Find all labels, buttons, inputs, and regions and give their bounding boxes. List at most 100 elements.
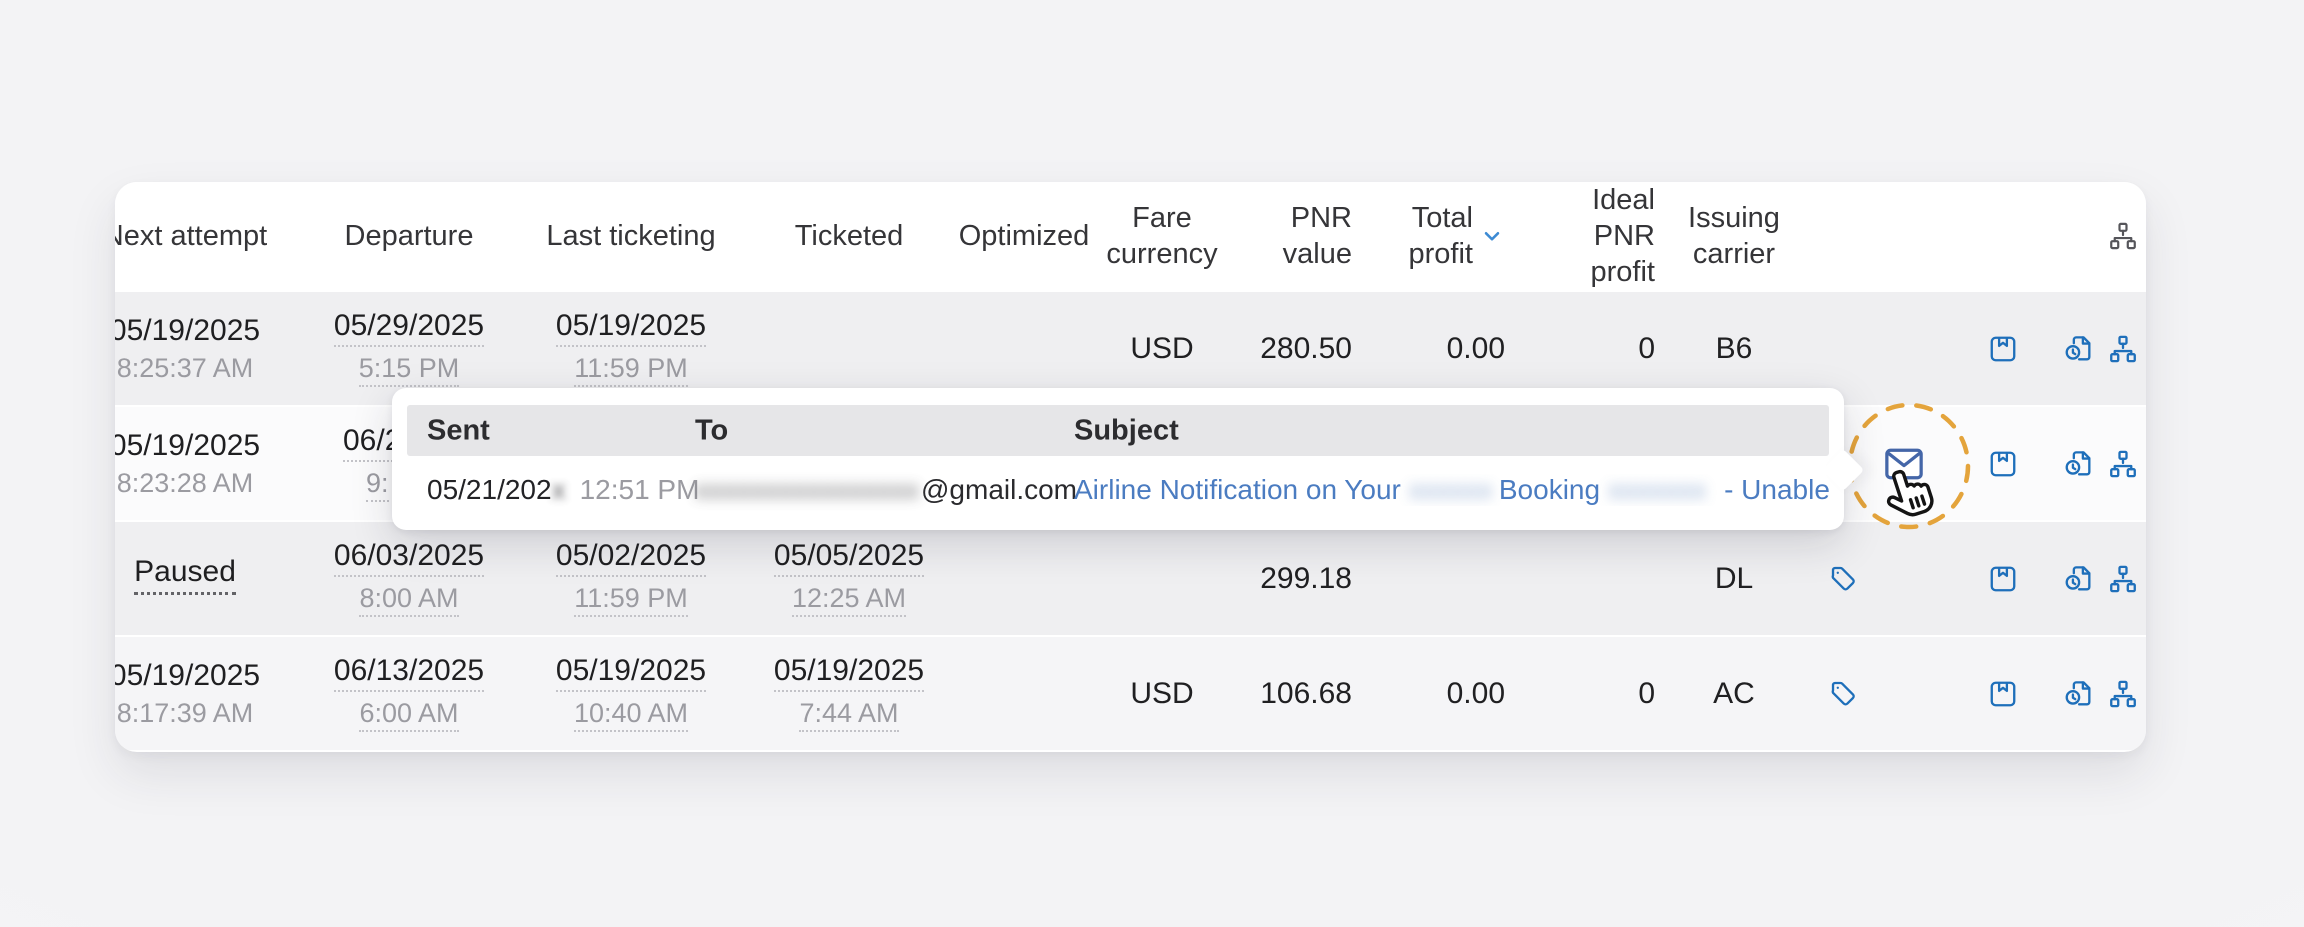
fare-currency-value: USD (1130, 333, 1193, 365)
pnr-value: 106.68 (1260, 678, 1352, 710)
popup-data-row: 05/21/202x12:51 PM xxxxxxxxxxxxxxxx@gmai… (407, 456, 1829, 524)
last-ticketing-time: 11:59 PM (574, 584, 688, 617)
last-ticketing-date: 05/19/2025 (556, 310, 706, 347)
cell-departure[interactable]: 06/13/2025 6:00 AM (334, 637, 484, 750)
email-log-popup: Sent To Subject 05/21/202x12:51 PM xxxxx… (392, 388, 1844, 530)
column-header-label: Next attempt (115, 218, 267, 254)
column-header-label: Ticketed (795, 218, 904, 254)
issuing-carrier-value: DL (1715, 563, 1753, 595)
column-header-total-profit[interactable]: Total profit (1375, 182, 1513, 290)
column-header-label: Last ticketing (546, 218, 715, 254)
cell-pnr-value: 106.68 (1232, 637, 1352, 750)
last-ticketing-date: 05/02/2025 (556, 540, 706, 577)
hierarchy-icon[interactable] (2108, 563, 2139, 594)
column-header-last-ticketing[interactable]: Last ticketing (556, 182, 706, 290)
last-ticketing-time: 11:59 PM (574, 354, 688, 387)
document-history-icon[interactable] (2064, 448, 2095, 479)
document-history-icon[interactable] (2064, 333, 2095, 364)
email-sent-time: 12:51 PM (580, 474, 700, 505)
column-header-next-attempt[interactable]: Next attempt (115, 182, 255, 290)
pnr-value: 280.50 (1260, 333, 1352, 365)
document-history-icon[interactable] (2064, 563, 2095, 594)
cell-optimized (964, 522, 1084, 635)
column-header-label: Ideal PNR profit (1525, 182, 1655, 290)
total-profit-value: 0.00 (1447, 333, 1505, 365)
departure-time: 6:00 AM (359, 699, 458, 732)
chevron-down-icon[interactable] (1479, 223, 1505, 249)
column-header-label: PNR value (1232, 200, 1352, 272)
cell-issuing-carrier: AC (1679, 637, 1789, 750)
pnr-value: 299.18 (1260, 563, 1352, 595)
cell-ideal-pnr-profit (1525, 522, 1655, 635)
redacted-text: xxxxxx (1409, 474, 1491, 506)
cell-total-profit (1375, 522, 1505, 635)
column-header-departure[interactable]: Departure (334, 182, 484, 290)
column-header-pnr-value[interactable]: PNR value (1232, 182, 1352, 290)
cell-next-attempt: 05/19/20258:17:39 AM (115, 637, 255, 750)
column-header-optimized[interactable]: Optimized (964, 182, 1084, 290)
column-header-label: Issuing carrier (1679, 200, 1789, 272)
ticketed-date: 05/05/2025 (774, 540, 924, 577)
hierarchy-icon[interactable] (2108, 333, 2139, 364)
hierarchy-icon[interactable] (2108, 221, 2139, 252)
email-subject-link[interactable]: Airline Notification on YourxxxxxxBookin… (1074, 474, 1829, 506)
next-attempt-date: Paused (134, 556, 236, 595)
bookmark-icon[interactable] (1988, 333, 2019, 364)
next-attempt-time: 8:25:37 AM (117, 354, 254, 382)
email-recipient: xxxxxxxxxxxxxxxx@gmail.com (695, 474, 1077, 506)
departure-date: 06/03/2025 (334, 540, 484, 577)
cell-fare-currency: USD (1102, 637, 1222, 750)
cell-fare-currency (1102, 522, 1222, 635)
departure-date: 06/13/2025 (334, 655, 484, 692)
table-header: Next attempt Departure Last ticketing Ti… (115, 182, 2146, 290)
cell-ticketed[interactable]: 05/19/2025 7:44 AM (774, 637, 924, 750)
column-header-label: Fare currency (1102, 200, 1222, 272)
table-row: 05/19/20258:17:39 AM 06/13/20256:00 AM 0… (115, 635, 2146, 750)
column-header-fare-currency[interactable]: Fare currency (1102, 182, 1222, 290)
last-ticketing-time: 10:40 AM (574, 699, 688, 732)
ideal-pnr-profit-value: 0 (1638, 678, 1655, 710)
cell-ideal-pnr-profit: 0 (1525, 637, 1655, 750)
cell-ticketed[interactable]: 05/05/2025 12:25 AM (774, 522, 924, 635)
cell-next-attempt: 05/19/20258:23:28 AM (115, 407, 255, 520)
column-header-label: Departure (345, 218, 474, 254)
next-attempt-time: 8:17:39 AM (117, 699, 254, 727)
ticketed-time: 7:44 AM (799, 699, 898, 732)
tag-icon[interactable] (1829, 563, 1860, 594)
page: { "table": { "columns": ["Next attempt",… (0, 0, 2304, 927)
popup-column-to: To (695, 414, 728, 447)
hierarchy-icon[interactable] (2108, 678, 2139, 709)
column-header-label: Total profit (1383, 200, 1473, 272)
cell-departure[interactable]: 06/03/2025 8:00 AM (334, 522, 484, 635)
ticketed-time: 12:25 AM (792, 584, 906, 617)
departure-time: 9: (366, 469, 389, 502)
column-header-ticketed[interactable]: Ticketed (774, 182, 924, 290)
hierarchy-icon[interactable] (2108, 448, 2139, 479)
cell-optimized (964, 637, 1084, 750)
next-attempt-date: 05/19/2025 (115, 315, 260, 347)
bookmark-icon[interactable] (1988, 678, 2019, 709)
departure-date: 05/29/2025 (334, 310, 484, 347)
bookmark-icon[interactable] (1988, 448, 2019, 479)
cell-next-attempt: Paused (115, 522, 255, 635)
email-sent-timestamp: 05/21/202x12:51 PM (427, 474, 699, 506)
table-row: Paused 06/03/2025 8:00 AM 05/02/2025 11:59… (115, 520, 2146, 635)
popup-header-row: Sent To Subject (407, 405, 1829, 456)
column-header-issuing-carrier[interactable]: Issuing carrier (1679, 182, 1789, 290)
total-profit-value: 0.00 (1447, 678, 1505, 710)
ticketed-date: 05/19/2025 (774, 655, 924, 692)
next-attempt-date: 05/19/2025 (115, 430, 260, 462)
departure-time: 8:00 AM (359, 584, 458, 617)
cell-last-ticketing[interactable]: 05/19/202510:40 AM (556, 637, 706, 750)
column-header-ideal-pnr-profit[interactable]: Ideal PNR profit (1525, 182, 1655, 290)
tag-icon[interactable] (1829, 678, 1860, 709)
bookmark-icon[interactable] (1988, 563, 2019, 594)
next-attempt-date: 05/19/2025 (115, 660, 260, 692)
document-history-icon[interactable] (2064, 678, 2095, 709)
popup-column-sent: Sent (427, 414, 490, 447)
cell-pnr-value: 299.18 (1232, 522, 1352, 635)
cell-last-ticketing[interactable]: 05/02/2025 11:59 PM (556, 522, 706, 635)
cell-issuing-carrier: DL (1679, 522, 1789, 635)
redacted-text: xxxxxxxxxxxxxxxx (695, 474, 921, 506)
redacted-text: x (552, 474, 570, 506)
